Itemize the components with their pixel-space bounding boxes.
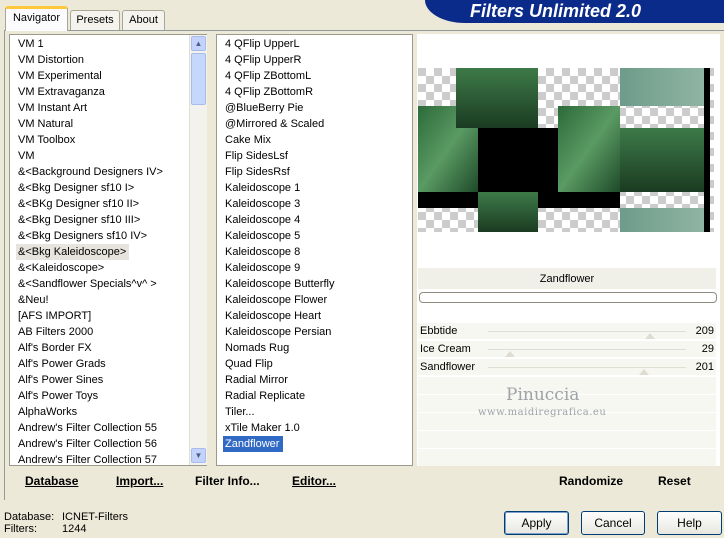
slider-value: 201 — [695, 361, 714, 373]
filter-item[interactable]: Kaleidoscope 5 — [223, 228, 334, 244]
filter-item[interactable]: Kaleidoscope 8 — [223, 244, 334, 260]
filter-item[interactable]: Radial Replicate — [223, 388, 334, 404]
randomize-button[interactable]: Randomize — [559, 472, 623, 490]
category-item[interactable]: &<Background Designers IV> — [16, 164, 163, 180]
category-item[interactable]: AlphaWorks — [16, 404, 163, 420]
preview-image — [418, 68, 714, 232]
category-item[interactable]: VM Natural — [16, 116, 163, 132]
tab-presets[interactable]: Presets — [70, 10, 120, 30]
help-button[interactable]: Help — [657, 511, 722, 535]
category-item[interactable]: VM 1 — [16, 36, 163, 52]
tab-about[interactable]: About — [122, 10, 165, 30]
category-item[interactable]: Alf's Power Sines — [16, 372, 163, 388]
filter-item[interactable]: Cake Mix — [223, 132, 334, 148]
filter-item[interactable]: Radial Mirror — [223, 372, 334, 388]
filter-item[interactable]: Flip SidesLsf — [223, 148, 334, 164]
scroll-thumb[interactable] — [191, 53, 206, 105]
slider-row[interactable]: Ice Cream 29 — [418, 341, 716, 358]
category-item[interactable]: &<Bkg Kaleidoscope> — [16, 244, 130, 260]
slider-track[interactable] — [488, 331, 686, 332]
filter-item[interactable]: Kaleidoscope 1 — [223, 180, 334, 196]
category-item[interactable]: &<Bkg Designer sf10 III> — [16, 212, 163, 228]
import-button[interactable]: Import... — [116, 472, 163, 490]
filter-info-button[interactable]: Filter Info... — [195, 472, 260, 490]
filter-item[interactable]: Flip SidesRsf — [223, 164, 334, 180]
category-item[interactable]: &<Bkg Designers sf10 IV> — [16, 228, 163, 244]
empty-slider-row — [418, 449, 716, 466]
category-item[interactable]: &<Sandflower Specials^v^ > — [16, 276, 163, 292]
database-button[interactable]: Database — [25, 472, 78, 490]
filter-item[interactable]: @BlueBerry Pie — [223, 100, 334, 116]
app-title: Filters Unlimited 2.0 — [470, 1, 642, 21]
empty-slider-row — [418, 431, 716, 448]
reset-button[interactable]: Reset — [658, 472, 691, 490]
filter-item[interactable]: Tiler... — [223, 404, 334, 420]
slider-track[interactable] — [488, 349, 686, 350]
slider-label: Ice Cream — [420, 343, 471, 355]
scroll-up-arrow-icon[interactable]: ▲ — [191, 36, 206, 51]
tab-navigator[interactable]: Navigator — [5, 6, 68, 31]
filter-display-name: Zandflower — [539, 273, 595, 285]
watermark-name: Pinuccia — [506, 385, 580, 405]
slider-row[interactable]: Sandflower 201 — [418, 359, 716, 376]
editor-button[interactable]: Editor... — [292, 472, 336, 490]
category-item[interactable]: VM — [16, 148, 163, 164]
slider-thumb[interactable] — [504, 351, 515, 357]
category-item[interactable]: Alf's Power Grads — [16, 356, 163, 372]
scroll-down-arrow-icon[interactable]: ▼ — [191, 448, 206, 463]
filter-item[interactable]: Kaleidoscope Butterfly — [223, 276, 334, 292]
filter-item[interactable]: @Mirrored & Scaled — [223, 116, 334, 132]
slider-value: 209 — [695, 325, 714, 337]
category-item[interactable]: Alf's Border FX — [16, 340, 163, 356]
progress-bar — [419, 292, 717, 303]
category-item[interactable]: Andrew's Filter Collection 55 — [16, 420, 163, 436]
category-item[interactable]: &<BKg Designer sf10 II> — [16, 196, 163, 212]
slider-row[interactable]: Ebbtide 209 — [418, 323, 716, 340]
category-item[interactable]: AB Filters 2000 — [16, 324, 163, 340]
filter-item[interactable]: 4 QFlip ZBottomR — [223, 84, 334, 100]
filter-item[interactable]: xTile Maker 1.0 — [223, 420, 334, 436]
filter-item[interactable]: Kaleidoscope Flower — [223, 292, 334, 308]
filter-item[interactable]: Zandflower — [223, 436, 284, 452]
filter-item[interactable]: 4 QFlip UpperR — [223, 52, 334, 68]
category-item[interactable]: Andrew's Filter Collection 56 — [16, 436, 163, 452]
filter-item[interactable]: Kaleidoscope Persian — [223, 324, 334, 340]
filter-item[interactable]: Kaleidoscope 9 — [223, 260, 334, 276]
slider-label: Sandflower — [420, 361, 476, 373]
category-list-panel: VM 1 VM Distortion VM Experimental VM Extra… — [9, 34, 207, 466]
status-filters-label: Filters: — [4, 523, 37, 535]
watermark-site: www.maidiregrafica.eu — [478, 407, 607, 418]
category-item[interactable]: VM Instant Art — [16, 100, 163, 116]
filter-item[interactable]: 4 QFlip ZBottomL — [223, 68, 334, 84]
category-list[interactable]: VM 1 VM Distortion VM Experimental VM Extra… — [16, 36, 163, 468]
filter-item[interactable]: Kaleidoscope 3 — [223, 196, 334, 212]
filter-list-panel: 4 QFlip UpperL 4 QFlip UpperR 4 QFlip ZBot… — [216, 34, 413, 466]
slider-label: Ebbtide — [420, 325, 458, 337]
category-item[interactable]: &<Kaleidoscope> — [16, 260, 163, 276]
slider-value: 29 — [701, 343, 714, 355]
category-item[interactable]: [AFS IMPORT] — [16, 308, 163, 324]
apply-button[interactable]: Apply — [504, 511, 569, 535]
filter-item[interactable]: Nomads Rug — [223, 340, 334, 356]
category-item[interactable]: VM Distortion — [16, 52, 163, 68]
slider-thumb[interactable] — [645, 333, 656, 339]
category-item[interactable]: &Neu! — [16, 292, 163, 308]
filter-item[interactable]: Quad Flip — [223, 356, 334, 372]
category-item[interactable]: VM Extravaganza — [16, 84, 163, 100]
category-item[interactable]: &<Bkg Designer sf10 I> — [16, 180, 163, 196]
category-item[interactable]: VM Experimental — [16, 68, 163, 84]
cancel-button[interactable]: Cancel — [581, 511, 645, 535]
filter-item[interactable]: Kaleidoscope 4 — [223, 212, 334, 228]
status-filters-value: 1244 — [62, 523, 87, 535]
category-scrollbar[interactable]: ▲ ▼ — [189, 35, 207, 465]
slider-thumb[interactable] — [639, 369, 650, 375]
filter-list[interactable]: 4 QFlip UpperL 4 QFlip UpperR 4 QFlip ZBot… — [223, 36, 334, 452]
slider-track[interactable] — [488, 367, 686, 368]
filter-item[interactable]: Kaleidoscope Heart — [223, 308, 334, 324]
filter-item[interactable]: 4 QFlip UpperL — [223, 36, 334, 52]
category-item[interactable]: VM Toolbox — [16, 132, 163, 148]
category-item[interactable]: Alf's Power Toys — [16, 388, 163, 404]
